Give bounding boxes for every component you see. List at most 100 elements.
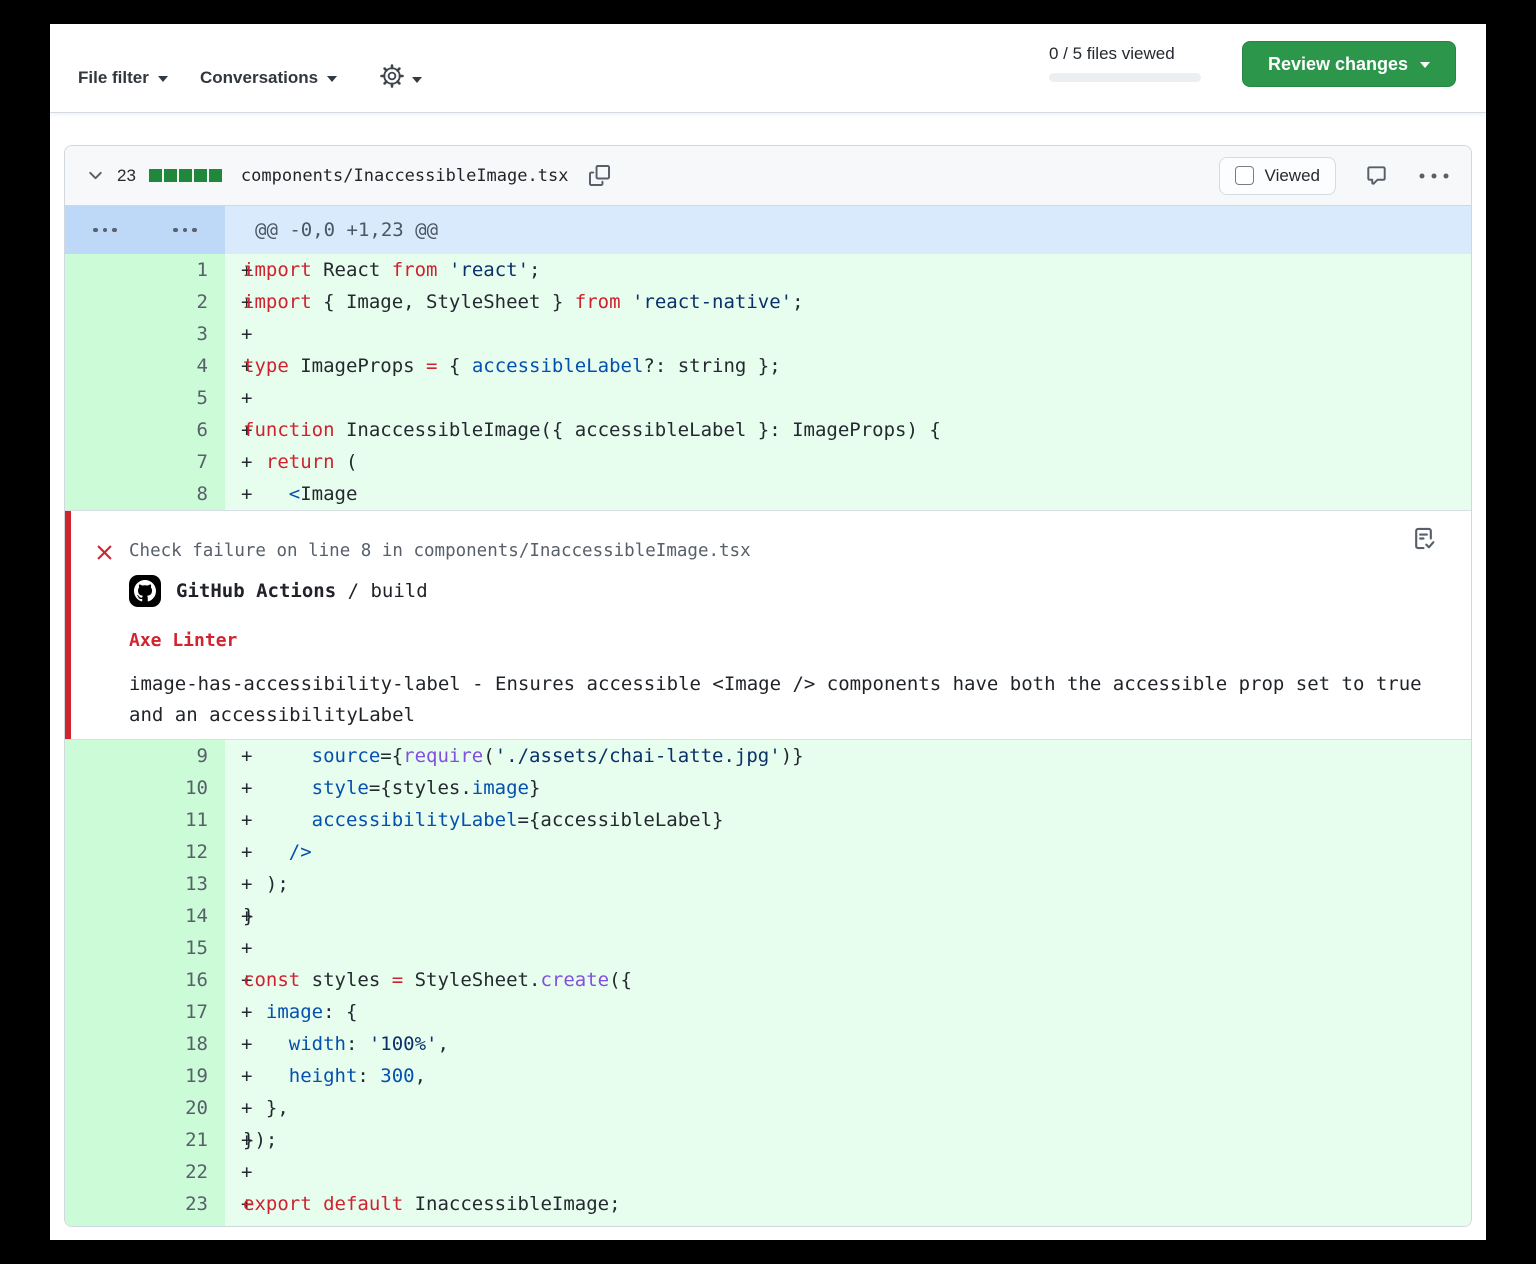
code-line: + return ( <box>225 446 1471 478</box>
line-number[interactable]: 9 <box>65 740 225 772</box>
line-number[interactable]: 13 <box>65 868 225 900</box>
file-diff-card: 23 components/InaccessibleImage.tsx View… <box>64 145 1472 1227</box>
code-line: + height: 300, <box>225 1060 1471 1092</box>
code-line: +import { Image, StyleSheet } from 'reac… <box>225 286 1471 318</box>
line-number[interactable]: 5 <box>65 382 225 414</box>
line-number[interactable]: 6 <box>65 414 225 446</box>
addition-marker: + <box>225 868 243 900</box>
diff-line-row: 8+ <Image <box>65 478 1471 510</box>
line-number[interactable]: 1 <box>65 254 225 286</box>
line-number[interactable]: 7 <box>65 446 225 478</box>
diff-line-row: 12+ /> <box>65 836 1471 868</box>
gear-icon <box>380 64 404 93</box>
addition-marker: + <box>225 836 243 868</box>
line-number[interactable]: 20 <box>65 1092 225 1124</box>
addition-marker: + <box>225 804 243 836</box>
diff-line-row: 7+ return ( <box>65 446 1471 478</box>
line-number[interactable]: 17 <box>65 996 225 1028</box>
file-path: components/InaccessibleImage.tsx <box>241 166 569 186</box>
viewed-label: Viewed <box>1265 166 1320 186</box>
expand-hunk-button[interactable] <box>65 206 145 254</box>
diff-lines-bottom: 9+ source={require('./assets/chai-latte.… <box>65 740 1471 1220</box>
line-number[interactable]: 19 <box>65 1060 225 1092</box>
chevron-down-icon <box>1420 62 1430 68</box>
comment-button[interactable] <box>1366 165 1387 186</box>
diff-line-row: 10+ style={styles.image} <box>65 772 1471 804</box>
code-line: + <box>225 318 1471 350</box>
addition-marker: + <box>225 318 243 350</box>
line-number[interactable]: 4 <box>65 350 225 382</box>
addition-marker: + <box>225 1124 243 1156</box>
line-number[interactable]: 21 <box>65 1124 225 1156</box>
line-number[interactable]: 11 <box>65 804 225 836</box>
addition-marker: + <box>225 932 243 964</box>
line-number[interactable]: 14 <box>65 900 225 932</box>
hunk-row: @@ -0,0 +1,23 @@ <box>65 206 1471 254</box>
addition-marker: + <box>225 446 243 478</box>
check-failure-annotation: Check failure on line 8 in components/In… <box>65 510 1471 740</box>
code-line: + ); <box>225 868 1471 900</box>
code-line: +} <box>225 900 1471 932</box>
code-line: + image: { <box>225 996 1471 1028</box>
files-viewed-text: 0 / 5 files viewed <box>1049 44 1209 64</box>
diff-settings-menu[interactable] <box>380 64 422 93</box>
line-number[interactable]: 12 <box>65 836 225 868</box>
view-workflow-file-icon[interactable] <box>1410 525 1437 557</box>
addition-marker: + <box>225 1092 243 1124</box>
code-line: + }, <box>225 1092 1471 1124</box>
code-line: +}); <box>225 1124 1471 1156</box>
line-number[interactable]: 2 <box>65 286 225 318</box>
diff-toolbar: File filter Conversations <box>50 24 1486 113</box>
addition-marker: + <box>225 382 243 414</box>
code-line: + <box>225 932 1471 964</box>
failure-stripe <box>65 511 71 739</box>
expand-hunk-button[interactable] <box>145 206 225 254</box>
chevron-down-icon <box>327 76 337 82</box>
addition-marker: + <box>225 1188 243 1220</box>
diff-line-row: 14+} <box>65 900 1471 932</box>
diff-line-row: 1+import React from 'react'; <box>65 254 1471 286</box>
linter-name: Axe Linter <box>129 630 237 651</box>
check-failure-title: Check failure on line 8 in components/In… <box>129 541 751 561</box>
collapse-file-button[interactable] <box>85 165 106 186</box>
failure-message: image-has-accessibility-label - Ensures … <box>129 669 1439 731</box>
line-number[interactable]: 3 <box>65 318 225 350</box>
copy-path-button[interactable] <box>589 165 610 186</box>
line-number[interactable]: 15 <box>65 932 225 964</box>
line-number[interactable]: 23 <box>65 1188 225 1220</box>
addition-marker: + <box>225 900 243 932</box>
addition-marker: + <box>225 996 243 1028</box>
addition-marker: + <box>225 478 243 510</box>
code-line: +export default InaccessibleImage; <box>225 1188 1471 1220</box>
file-filter-menu[interactable]: File filter <box>78 68 168 88</box>
line-number[interactable]: 18 <box>65 1028 225 1060</box>
check-source-text: GitHub Actions / build <box>176 580 428 602</box>
chevron-down-icon <box>412 77 422 83</box>
code-line: +function InaccessibleImage({ accessible… <box>225 414 1471 446</box>
diffstat-blocks <box>149 169 222 182</box>
line-number[interactable]: 22 <box>65 1156 225 1188</box>
diff-line-row: 6+function InaccessibleImage({ accessibl… <box>65 414 1471 446</box>
code-line: + source={require('./assets/chai-latte.j… <box>225 740 1471 772</box>
check-source-row: GitHub Actions / build <box>129 575 428 607</box>
code-line: +const styles = StyleSheet.create({ <box>225 964 1471 996</box>
viewed-toggle-button[interactable]: Viewed <box>1219 157 1336 195</box>
kebab-menu-button[interactable] <box>1417 172 1451 180</box>
hunk-gutter <box>65 206 225 254</box>
viewed-checkbox[interactable] <box>1235 166 1254 185</box>
diff-line-row: 17+ image: { <box>65 996 1471 1028</box>
code-line: + style={styles.image} <box>225 772 1471 804</box>
line-number[interactable]: 16 <box>65 964 225 996</box>
line-number[interactable]: 10 <box>65 772 225 804</box>
addition-marker: + <box>225 964 243 996</box>
check-source-context: / build <box>336 580 428 602</box>
addition-marker: + <box>225 1156 243 1188</box>
line-number[interactable]: 8 <box>65 478 225 510</box>
code-line: +type ImageProps = { accessibleLabel?: s… <box>225 350 1471 382</box>
diff-line-row: 4+type ImageProps = { accessibleLabel?: … <box>65 350 1471 382</box>
addition-marker: + <box>225 414 243 446</box>
review-changes-button[interactable]: Review changes <box>1242 41 1456 87</box>
conversations-menu[interactable]: Conversations <box>200 68 337 88</box>
chevron-down-icon <box>158 76 168 82</box>
conversations-label: Conversations <box>200 68 318 88</box>
